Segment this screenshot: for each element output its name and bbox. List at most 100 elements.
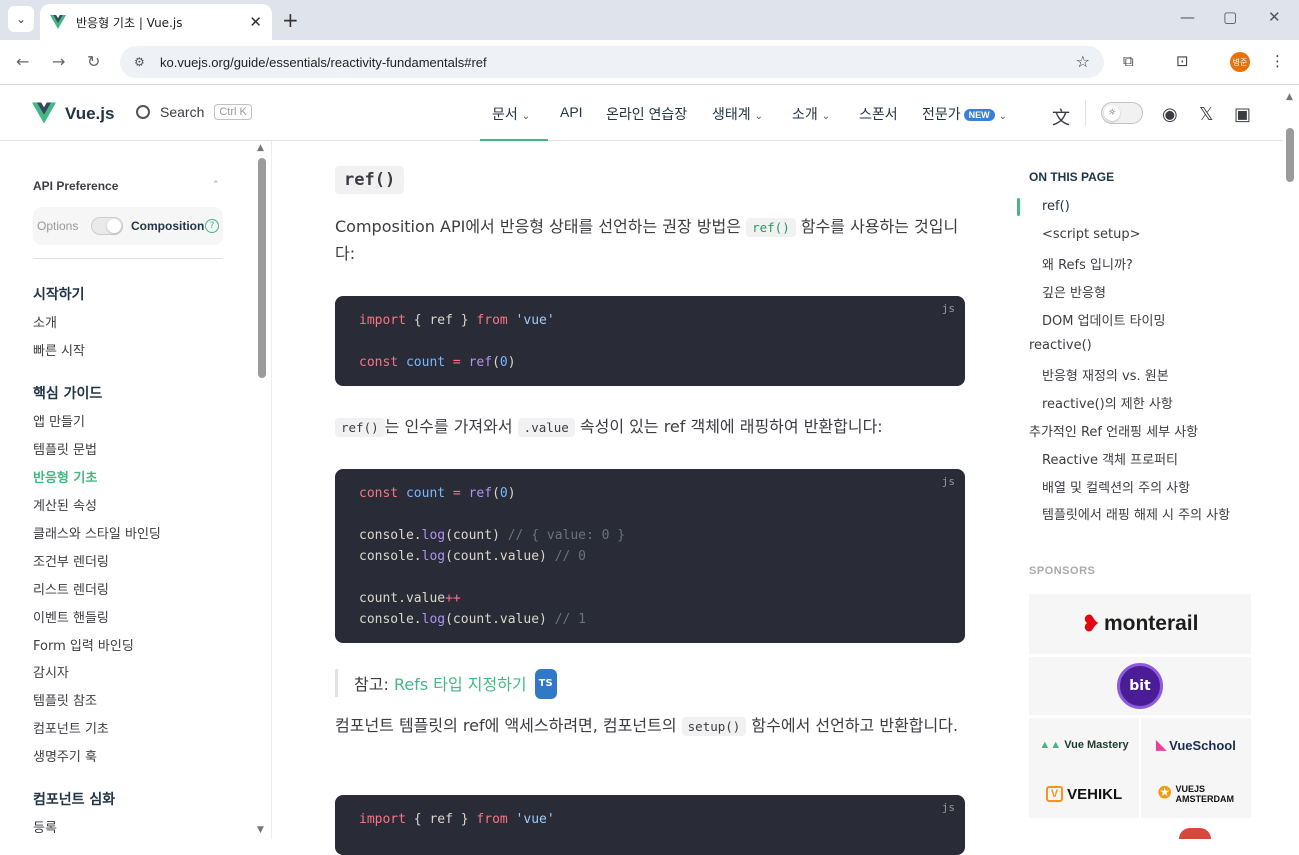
discord-icon[interactable]: ▣ [1234,104,1251,125]
sidebar-item-template-refs[interactable]: 템플릿 참조 [33,690,97,709]
toc-title: ON THIS PAGE [1029,170,1115,184]
forward-icon[interactable]: → [52,52,65,71]
sponsor-monterail[interactable]: ❥ monterail [1029,594,1251,654]
close-tab-icon[interactable]: ✕ [249,13,262,31]
screenshot-icon[interactable]: ⊡ [1176,52,1189,70]
sidebar-item-component-basics[interactable]: 컴포넌트 기초 [33,718,109,737]
sidebar-item-application[interactable]: 앱 만들기 [33,411,85,430]
bit-logo: bit [1117,663,1163,709]
close-window-icon[interactable]: ✕ [1268,8,1281,26]
toc-item-reactive[interactable]: reactive() [1029,338,1092,353]
tab-search-button[interactable]: ⌄ [8,6,34,32]
page-scrollbar[interactable] [1286,128,1294,182]
paragraph-ref-intro: Composition API에서 반응형 상태를 선언하는 권장 방법은 re… [335,217,959,263]
sidebar-item-template-syntax[interactable]: 템플릿 문법 [33,439,97,458]
reload-icon[interactable]: ↻ [87,52,100,71]
maximize-icon[interactable]: ▢ [1223,8,1237,26]
toc-item-why-refs[interactable]: 왜 Refs 입니까? [1042,254,1133,273]
chevron-down-icon: ⌄ [754,111,764,122]
toc-item-ref[interactable]: ref() [1042,199,1070,214]
translate-icon[interactable]: 文 [1052,104,1070,130]
browser-tab[interactable]: 반응형 기초 | Vue.js ✕ [40,4,272,40]
chevron-down-icon: ⌄ [15,12,27,26]
toc-item-reactive-limitations[interactable]: reactive()의 제한 사항 [1042,393,1173,412]
bookmark-star-icon[interactable]: ☆ [1076,52,1090,71]
help-icon[interactable]: ? [205,219,219,233]
site-info-icon[interactable]: ⚙ [134,55,152,69]
api-style-toggle[interactable] [91,217,123,235]
sponsor-vue-school[interactable]: ◣ VueSchool [1141,718,1251,772]
refs-typing-link[interactable]: Refs 타입 지정하기 [394,675,527,694]
chevron-down-icon: ⌄ [521,111,531,122]
sidebar-scrollbar[interactable] [258,158,266,378]
extensions-icon[interactable]: ⧉ [1123,52,1134,70]
back-icon[interactable]: ← [16,52,29,71]
sponsor-vue-mastery[interactable]: ▲▲ Vue Mastery [1029,718,1139,772]
sidebar-item-watchers[interactable]: 감시자 [33,662,69,681]
scroll-up-icon[interactable]: ▲ [257,143,264,153]
sidebar-item-conditional[interactable]: 조건부 렌더링 [33,551,109,570]
sidebar-item-reactivity-fundamentals[interactable]: 반응형 기초 [33,467,97,486]
sidebar-item-quick-start[interactable]: 빠른 시작 [33,340,85,359]
nav-experts[interactable]: 전문가 NEW ⌄ [922,104,1007,124]
toc-item-dom-update-timing[interactable]: DOM 업데이트 타이밍 [1042,310,1165,329]
chevron-up-icon[interactable]: ⌃ [212,180,220,190]
toc-item-reactive-object-property[interactable]: Reactive 객체 프로퍼티 [1042,449,1178,468]
sidebar-section-getting-started: 시작하기 [33,287,85,303]
scroll-down-icon[interactable]: ▼ [257,825,264,835]
tip-callout: 참고: Refs 타입 지정하기 TS [335,669,965,699]
code-block: js import { ref } from 'vue' const count… [335,296,965,386]
url-text[interactable]: ko.vuejs.org/guide/essentials/reactivity… [160,55,487,70]
search-button[interactable]: Search Ctrl K [136,104,252,120]
site-brand[interactable]: Vue.js [65,104,114,124]
sidebar-item-registration[interactable]: 등록 [33,817,57,836]
toc-item-template-unwrapping[interactable]: 템플릿에서 래핑 해제 시 주의 사항 [1042,504,1230,523]
more-menu-icon[interactable]: ⋮ [1270,52,1285,70]
paragraph-setup: 컴포넌트 템플릿의 ref에 액세스하려면, 컴포넌트의 setup() 함수에… [335,716,959,736]
nav-playground[interactable]: 온라인 연습장 [606,104,687,124]
sponsor-logo-partial[interactable] [1179,828,1211,839]
sidebar-item-forms[interactable]: Form 입력 바인딩 [33,635,134,654]
vuejs-amsterdam-logo-icon: ✪ [1158,785,1172,802]
toc-item-script-setup[interactable]: <script setup> [1042,227,1141,242]
sidebar-divider [33,258,223,259]
profile-avatar[interactable]: 병준 [1230,52,1250,72]
toc-active-marker [1017,198,1020,216]
sidebar-item-event-handling[interactable]: 이벤트 핸들링 [33,607,109,626]
composition-label[interactable]: Composition [131,219,204,233]
vue-logo-icon[interactable] [32,102,56,124]
sponsor-bit[interactable]: bit [1029,657,1251,715]
new-badge: NEW [963,109,995,121]
toc-item-arrays-collections[interactable]: 배열 및 컬렉션의 주의 사항 [1042,477,1190,496]
code-block: js import { ref } from 'vue' [335,795,965,855]
nav-active-indicator [480,139,548,141]
new-tab-button[interactable]: + [282,8,299,32]
paragraph-ref-value: ref() 는 인수를 가져와서 .value 속성이 있는 ref 객체에 래핑… [335,414,965,441]
sidebar-item-list[interactable]: 리스트 렌더링 [33,579,109,598]
sidebar-item-intro[interactable]: 소개 [33,312,57,331]
dark-mode-toggle[interactable]: ☼ [1101,102,1143,124]
sidebar-item-computed[interactable]: 계산된 속성 [33,495,97,514]
address-bar[interactable]: ⚙ ko.vuejs.org/guide/essentials/reactivi… [120,46,1104,78]
sponsor-vuejs-amsterdam[interactable]: ✪ VUEJS AMSTERDAM [1141,770,1251,818]
toc-item-deep-reactivity[interactable]: 깊은 반응형 [1042,282,1106,301]
toc-item-ref-unwrapping[interactable]: 추가적인 Ref 언래핑 세부 사항 [1029,421,1198,440]
page-scroll-up-icon[interactable]: ▲ [1286,92,1293,102]
inline-code: ref() [746,218,796,237]
minimize-icon[interactable]: — [1180,8,1195,26]
options-label[interactable]: Options [37,219,78,233]
toc-item-reactive-proxy[interactable]: 반응형 재정의 vs. 원본 [1042,365,1169,384]
nav-api[interactable]: API [560,104,583,120]
nav-sponsor[interactable]: 스폰서 [859,104,898,124]
nav-docs[interactable]: 문서 ⌄ [492,104,530,124]
code-block: js const count = ref(0) console.log(coun… [335,469,965,643]
tab-title: 반응형 기초 | Vue.js [76,15,183,30]
github-icon[interactable]: ◉ [1162,104,1178,125]
nav-divider [1085,100,1086,126]
x-twitter-icon[interactable]: 𝕏 [1199,104,1214,125]
sidebar-item-class-style[interactable]: 클래스와 스타일 바인딩 [33,523,161,542]
nav-about[interactable]: 소개 ⌄ [792,104,830,124]
nav-ecosystem[interactable]: 생태계 ⌄ [712,104,763,124]
sponsor-vehikl[interactable]: V VEHIKL [1029,770,1139,818]
sidebar-item-lifecycle[interactable]: 생명주기 훅 [33,746,97,765]
